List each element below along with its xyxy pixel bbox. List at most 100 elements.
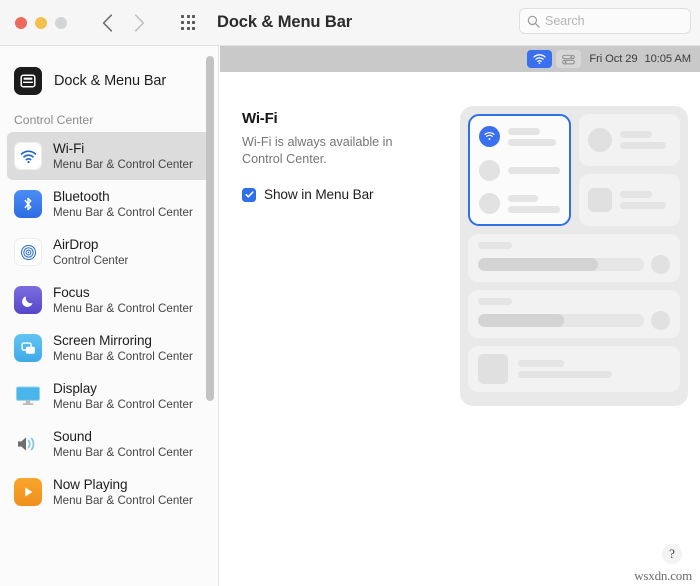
placeholder-bar: [518, 360, 564, 367]
sidebar-item-subtitle: Menu Bar & Control Center: [53, 157, 193, 171]
search-field[interactable]: [519, 8, 691, 34]
cc-wifi-icon: [479, 126, 500, 147]
menu-bar-date: Fri Oct 29: [589, 53, 638, 65]
placeholder-bar: [508, 127, 540, 135]
cc-now-playing-artwork: [478, 354, 508, 384]
cc-screen-mirroring-labels: [620, 191, 666, 209]
now-playing-icon: [14, 478, 42, 506]
sidebar-item-title: Wi-Fi: [53, 141, 85, 157]
wifi-settings-section: Wi-Fi Wi-Fi is always available in Contr…: [242, 110, 447, 202]
sidebar-scrollbar-thumb[interactable]: [206, 56, 214, 401]
sidebar-item-subtitle: Menu Bar & Control Center: [53, 397, 193, 411]
help-button[interactable]: ?: [662, 544, 682, 564]
sidebar-scrollbar[interactable]: [206, 54, 214, 578]
placeholder-bar: [478, 242, 512, 249]
minimize-window-button[interactable]: [35, 16, 47, 29]
sidebar-item-screen-mirroring[interactable]: Screen Mirroring Menu Bar & Control Cent…: [7, 324, 211, 372]
close-window-button[interactable]: [15, 16, 27, 29]
sidebar-item-title: Screen Mirroring: [53, 333, 152, 349]
menu-bar-control-center-icon[interactable]: [556, 50, 582, 68]
cc-display-slider-knob[interactable]: [651, 255, 670, 274]
section-heading: Wi-Fi: [242, 110, 278, 127]
cc-display-slider-module[interactable]: [468, 234, 680, 282]
sidebar-item-title: Sound: [53, 429, 92, 445]
sidebar-item-subtitle: Menu Bar & Control Center: [53, 301, 193, 315]
cc-airdrop-labels: [508, 194, 560, 213]
cc-focus-module[interactable]: [579, 114, 680, 166]
system-preferences-window: Dock & Menu Bar Dock & Menu Bar: [0, 0, 700, 586]
sidebar-item-subtitle: Menu Bar & Control Center: [53, 205, 193, 219]
sidebar-item-title: Bluetooth: [53, 189, 110, 205]
cc-display-slider-row[interactable]: [478, 255, 670, 274]
screen-mirroring-icon: [14, 334, 42, 362]
cc-sound-slider-fill: [478, 314, 565, 327]
page-title: Dock & Menu Bar: [217, 13, 353, 31]
sidebar-item-airdrop[interactable]: AirDrop Control Center: [7, 228, 211, 276]
placeholder-bar: [620, 131, 652, 138]
search-input[interactable]: [545, 14, 683, 28]
sidebar-item-sound[interactable]: Sound Menu Bar & Control Center: [7, 420, 211, 468]
cc-screen-mirroring-icon: [588, 188, 612, 212]
cc-airdrop-row: [479, 193, 560, 214]
sidebar-item-now-playing[interactable]: Now Playing Menu Bar & Control Center: [7, 468, 211, 516]
sidebar-item-subtitle: Menu Bar & Control Center: [53, 445, 193, 459]
sidebar-item-bluetooth[interactable]: Bluetooth Menu Bar & Control Center: [7, 180, 211, 228]
detail-body: Wi-Fi Wi-Fi is always available in Contr…: [220, 72, 700, 586]
placeholder-bar: [508, 194, 538, 202]
section-description: Wi-Fi is always available in Control Cen…: [242, 135, 393, 166]
menu-bar-wifi-icon[interactable]: [527, 50, 553, 68]
menu-bar-time: 10:05 AM: [644, 53, 692, 65]
sidebar-item-subtitle: Menu Bar & Control Center: [53, 493, 193, 507]
back-chevron-icon[interactable]: [96, 12, 118, 34]
cc-now-playing-module[interactable]: [468, 346, 680, 392]
cc-airdrop-icon: [479, 193, 500, 214]
sidebar-app-header: Dock & Menu Bar: [0, 61, 218, 101]
zoom-window-button[interactable]: [55, 16, 67, 29]
placeholder-bar: [508, 138, 556, 146]
show-in-menu-bar-checkbox[interactable]: [242, 187, 256, 202]
show-in-menu-bar-row[interactable]: Show in Menu Bar: [242, 187, 447, 202]
sidebar-item-wi-fi[interactable]: Wi-Fi Menu Bar & Control Center: [7, 132, 211, 180]
detail-pane: Fri Oct 29 10:05 AM Wi-Fi Wi-Fi is always…: [220, 46, 700, 586]
placeholder-bar: [508, 166, 560, 174]
cc-sound-slider-row[interactable]: [478, 311, 670, 330]
traffic-lights: [15, 16, 67, 29]
sidebar-item-focus[interactable]: Focus Menu Bar & Control Center: [7, 276, 211, 324]
menu-bar-datetime: Fri Oct 29 10:05 AM: [589, 53, 691, 65]
wifi-icon: [14, 142, 42, 170]
placeholder-bar: [620, 191, 652, 198]
cc-focus-icon: [588, 128, 612, 152]
cc-screen-mirroring-module[interactable]: [579, 174, 680, 226]
show-all-grid-icon[interactable]: [176, 11, 200, 35]
watermark: wsxdn.com: [634, 568, 692, 583]
menu-bar-preview: Fri Oct 29 10:05 AM: [220, 46, 700, 72]
sidebar-item-display[interactable]: Display Menu Bar & Control Center: [7, 372, 211, 420]
cc-bluetooth-icon: [479, 159, 500, 181]
cc-wifi-row: [479, 126, 560, 147]
sidebar-item-subtitle: Control Center: [53, 253, 129, 267]
focus-moon-icon: [14, 286, 42, 314]
cc-sound-slider-knob[interactable]: [651, 311, 670, 330]
cc-sound-slider-track[interactable]: [478, 314, 644, 327]
control-center-top-row: [468, 114, 680, 226]
show-in-menu-bar-label: Show in Menu Bar: [264, 187, 374, 203]
display-icon: [14, 382, 42, 410]
sidebar-app-label: Dock & Menu Bar: [54, 73, 167, 89]
sidebar-item-title: Focus: [53, 285, 90, 301]
cc-sound-slider-module[interactable]: [468, 290, 680, 338]
placeholder-bar: [518, 371, 612, 378]
sidebar-item-title: Now Playing: [53, 477, 128, 493]
forward-chevron-icon[interactable]: [128, 12, 150, 34]
search-icon: [527, 15, 540, 28]
cc-bluetooth-row: [479, 159, 560, 181]
placeholder-bar: [508, 205, 560, 213]
cc-display-slider-track[interactable]: [478, 258, 644, 271]
control-center-wifi-module[interactable]: [468, 114, 571, 226]
placeholder-bar: [620, 142, 666, 149]
placeholder-bar: [478, 298, 512, 305]
window-titlebar: Dock & Menu Bar: [0, 0, 700, 46]
sidebar-item-title: Display: [53, 381, 97, 397]
sidebar: Dock & Menu Bar Control Center Wi-Fi Men…: [0, 46, 219, 586]
navigation-arrows: [96, 12, 150, 34]
cc-now-playing-labels: [518, 360, 612, 378]
